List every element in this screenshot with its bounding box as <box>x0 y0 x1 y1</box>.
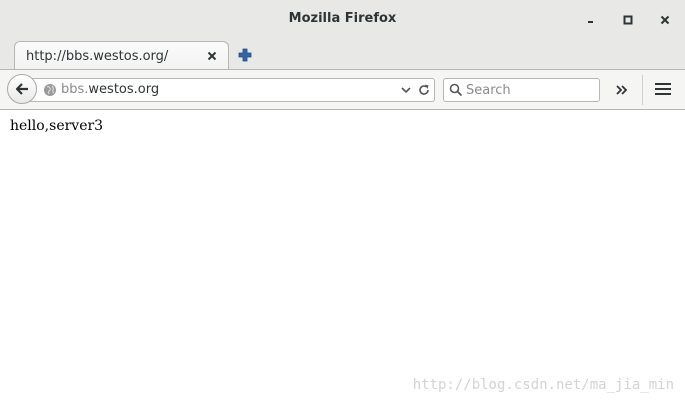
maximize-icon <box>623 15 633 25</box>
search-icon <box>449 83 463 97</box>
close-icon <box>660 15 670 25</box>
new-tab-plus-icon[interactable] <box>237 47 253 63</box>
url-bar[interactable]: bbs.westos.org <box>30 78 435 102</box>
title-bar: Mozilla Firefox <box>0 0 685 40</box>
tab-westos[interactable]: http://bbs.westos.org/ <box>14 41 229 69</box>
page-body-text: hello,server3 <box>10 118 104 134</box>
minimize-icon <box>588 21 593 23</box>
close-button[interactable] <box>655 10 675 30</box>
minimize-button[interactable] <box>581 10 601 30</box>
toolbar-separator <box>642 75 643 105</box>
tab-close-icon[interactable] <box>205 49 219 63</box>
hamburger-menu-icon[interactable] <box>654 81 672 97</box>
search-bar[interactable] <box>443 78 600 102</box>
watermark-text: http://blog.csdn.net/ma_jia_min <box>412 377 674 393</box>
chevron-down-icon[interactable] <box>400 84 412 96</box>
back-button[interactable] <box>7 74 37 104</box>
tab-strip: http://bbs.westos.org/ <box>0 40 685 69</box>
url-domain: westos.org <box>88 82 160 97</box>
maximize-button[interactable] <box>618 10 638 30</box>
url-text: bbs.westos.org <box>61 82 159 97</box>
search-input[interactable] <box>466 80 596 100</box>
back-arrow-icon <box>15 83 28 95</box>
reload-icon[interactable] <box>417 83 431 97</box>
tab-title: http://bbs.westos.org/ <box>26 49 169 64</box>
globe-icon <box>44 84 56 96</box>
overflow-chevron-button[interactable] <box>612 79 632 101</box>
navigation-toolbar: bbs.westos.org <box>0 69 685 110</box>
firefox-window: Mozilla Firefox http://bbs.westos.org/ b… <box>0 0 685 402</box>
double-chevron-right-icon <box>616 85 628 95</box>
page-content: hello,server3 http://blog.csdn.net/ma_ji… <box>0 110 685 402</box>
url-prefix: bbs. <box>61 82 89 97</box>
